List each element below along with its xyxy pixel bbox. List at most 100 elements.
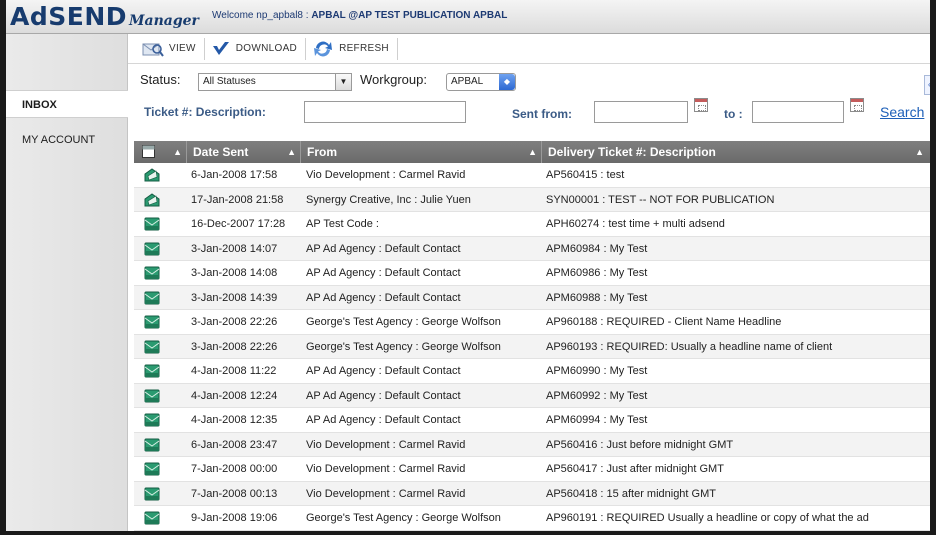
column-from[interactable]: From ▲	[300, 141, 541, 163]
from-cell: AP Ad Agency : Default Contact	[306, 267, 461, 279]
view-label: VIEW	[169, 43, 196, 54]
sidebar-item-my-account[interactable]: MY ACCOUNT	[6, 126, 128, 154]
description-cell: APM60988 : My Test	[546, 291, 648, 304]
from-cell: Vio Development : Carmel Ravid	[306, 463, 466, 475]
envelope-icon	[144, 266, 160, 280]
sidebar-item-inbox[interactable]: INBOX	[6, 90, 129, 118]
from-cell: AP Ad Agency : Default Contact	[306, 242, 461, 255]
message-status-cell	[142, 359, 160, 383]
column-date-sent[interactable]: Date Sent ▲	[186, 141, 300, 163]
table-row[interactable]: 3-Jan-2008 14:07 AP Ad Agency : Default C…	[134, 236, 930, 261]
envelope-opened-icon	[144, 168, 160, 182]
sent-from-label: Sent from:	[512, 107, 572, 121]
sent-from-input[interactable]	[594, 101, 688, 123]
message-status-cell	[142, 335, 160, 359]
message-status-cell	[142, 482, 160, 506]
envelope-icon	[144, 291, 160, 304]
table-row[interactable]: 16-Dec-2007 17:28 AP Test Code : APH60274 …	[134, 212, 930, 237]
logo-subtitle: Manager	[129, 13, 199, 29]
description-cell: AP560415 : test	[546, 169, 625, 181]
message-status-cell	[142, 212, 160, 236]
message-status-cell	[142, 237, 160, 261]
table-row[interactable]: 3-Jan-2008 22:26 George's Test Agency : G…	[134, 310, 930, 335]
table-row[interactable]: 17-Jan-2008 21:58 Synergy Creative, Inc :…	[134, 187, 930, 212]
sort-arrow-icon: ▲	[915, 147, 924, 157]
envelope-icon	[144, 389, 160, 402]
refresh-label: REFRESH	[339, 43, 389, 54]
welcome-message: Welcome np_apbal8 : APBAL @AP TEST PUBLI…	[212, 10, 507, 21]
from-cell: George's Test Agency : George Wolfson	[306, 316, 501, 328]
from-cell: Synergy Creative, Inc : Julie Yuen	[306, 193, 471, 206]
message-status-cell	[142, 408, 160, 432]
table-row[interactable]: 4-Jan-2008 12:24 AP Ad Agency : Default C…	[134, 383, 930, 408]
table-row[interactable]: 3-Jan-2008 22:26 George's Test Agency : G…	[134, 334, 930, 359]
message-status-cell	[142, 433, 160, 457]
message-status-cell	[142, 384, 160, 408]
envelope-icon	[144, 487, 160, 500]
date-cell: 3-Jan-2008 22:26	[191, 340, 278, 353]
description-cell: APH60274 : test time + multi adsend	[546, 218, 725, 230]
from-cell: George's Test Agency : George Wolfson	[306, 340, 501, 353]
description-cell: SYN00001 : TEST -- NOT FOR PUBLICATION	[546, 193, 775, 206]
view-button[interactable]: VIEW	[136, 37, 205, 60]
envelope-icon	[144, 438, 160, 451]
sent-to-input[interactable]	[752, 101, 844, 123]
message-status-cell	[142, 188, 160, 212]
date-cell: 7-Jan-2008 00:13	[191, 487, 278, 500]
sort-arrow-icon: ▲	[287, 147, 296, 157]
message-status-cell	[142, 261, 160, 285]
from-cell: Vio Development : Carmel Ravid	[306, 438, 466, 451]
to-label: to :	[724, 107, 743, 121]
status-select[interactable]: All Statuses ▼	[198, 73, 352, 91]
app-window: AdSEND Manager Welcome np_apbal8 : APBAL…	[6, 0, 930, 531]
inbox-table: ▲ Date Sent ▲ From ▲ Delivery Ticket #: …	[134, 141, 930, 531]
table-row[interactable]: 3-Jan-2008 14:08 AP Ad Agency : Default C…	[134, 261, 930, 286]
column-label: Date Sent	[193, 145, 249, 159]
table-row[interactable]: 4-Jan-2008 12:35 AP Ad Agency : Default C…	[134, 408, 930, 433]
table-row[interactable]: 3-Jan-2008 14:39 AP Ad Agency : Default C…	[134, 285, 930, 310]
welcome-publication: APBAL @AP TEST PUBLICATION APBAL	[311, 10, 508, 21]
date-cell: 7-Jan-2008 00:00	[191, 463, 278, 475]
from-cell: AP Ad Agency : Default Contact	[306, 414, 461, 426]
envelope-icon	[144, 364, 160, 378]
table-row[interactable]: 7-Jan-2008 00:13 Vio Development : Carmel…	[134, 481, 930, 506]
date-cell: 17-Jan-2008 21:58	[191, 193, 284, 206]
column-label: From	[307, 145, 337, 159]
download-button[interactable]: DOWNLOAD	[205, 37, 307, 60]
message-status-cell	[142, 310, 160, 334]
date-cell: 4-Jan-2008 11:22	[191, 365, 277, 377]
message-status-cell	[142, 163, 160, 187]
table-row[interactable]: 6-Jan-2008 23:47 Vio Development : Carmel…	[134, 432, 930, 457]
from-cell: AP Ad Agency : Default Contact	[306, 365, 461, 377]
status-label: Status:	[140, 72, 181, 87]
select-column-header[interactable]: ▲	[134, 141, 186, 163]
table-row[interactable]: 9-Jan-2008 19:06 George's Test Agency : G…	[134, 506, 930, 531]
envelope-icon	[144, 462, 160, 476]
calendar-icon[interactable]	[694, 98, 708, 112]
description-cell: AP560418 : 15 after midnight GMT	[546, 487, 716, 500]
description-cell: APM60984 : My Test	[546, 242, 648, 255]
select-all-icon	[142, 145, 155, 158]
collapse-button[interactable]: «R	[924, 75, 930, 95]
filter-panel: Status: All Statuses ▼ Workgroup: APBAL …	[128, 64, 930, 134]
message-status-cell	[142, 506, 160, 530]
refresh-button[interactable]: REFRESH	[306, 37, 398, 60]
envelope-icon	[144, 315, 160, 329]
table-header: ▲ Date Sent ▲ From ▲ Delivery Ticket #: …	[134, 141, 930, 163]
search-link[interactable]: Search	[880, 104, 924, 120]
table-row[interactable]: 4-Jan-2008 11:22 AP Ad Agency : Default C…	[134, 359, 930, 384]
column-description[interactable]: Delivery Ticket #: Description ▲	[541, 141, 930, 163]
download-check-icon	[212, 41, 229, 55]
workgroup-select[interactable]: APBAL ◆	[446, 73, 516, 91]
date-cell: 4-Jan-2008 12:35	[191, 414, 278, 426]
calendar-icon[interactable]	[850, 98, 864, 112]
from-cell: George's Test Agency : George Wolfson	[306, 512, 501, 524]
download-label: DOWNLOAD	[235, 43, 298, 54]
from-cell: AP Ad Agency : Default Contact	[306, 291, 461, 304]
ticket-description-input[interactable]	[304, 101, 466, 123]
toolbar: VIEW DOWNLOAD REFRESH	[128, 34, 930, 64]
table-row[interactable]: 7-Jan-2008 00:00 Vio Development : Carmel…	[134, 457, 930, 482]
table-row[interactable]: 6-Jan-2008 17:58 Vio Development : Carmel…	[134, 163, 930, 188]
message-status-cell	[142, 286, 160, 310]
description-cell: AP560417 : Just after midnight GMT	[546, 463, 724, 475]
